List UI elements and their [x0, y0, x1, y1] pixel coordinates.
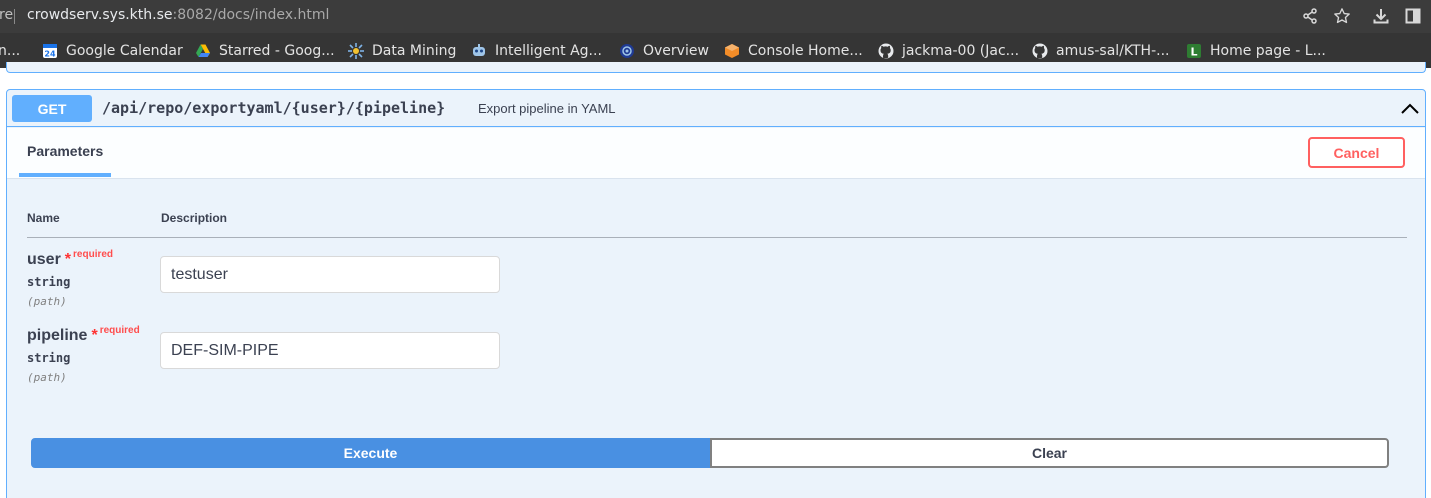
url-input[interactable]: crowdserv.sys.kth.se:8082/docs/index.htm…	[27, 7, 329, 23]
tab-parameters[interactable]: Parameters	[19, 128, 111, 177]
share-icon[interactable]	[1301, 7, 1319, 25]
aws-cube-icon	[724, 43, 740, 59]
required-star: *	[91, 327, 98, 344]
robot-icon	[471, 43, 487, 59]
pipeline-input[interactable]	[160, 332, 500, 369]
calendar-icon: 24	[42, 43, 58, 59]
download-icon[interactable]	[1372, 7, 1390, 25]
endpoint-description: Export pipeline in YAML	[478, 101, 616, 116]
url-host: crowdserv.sys.kth.se	[27, 7, 173, 23]
execute-button-group: Execute Clear	[31, 438, 1390, 468]
github-icon	[878, 43, 894, 59]
parameter-type: string	[27, 351, 71, 365]
overview-icon	[619, 43, 635, 59]
parameter-name: pipeline * required	[27, 325, 140, 344]
column-header-name: Name	[27, 211, 60, 225]
user-input[interactable]	[160, 256, 500, 293]
L-icon: L	[1186, 43, 1202, 59]
opblock-summary[interactable]: GET /api/repo/exportyaml/{user}/{pipelin…	[7, 90, 1425, 127]
previous-opblock-edge	[6, 62, 1426, 73]
github-icon	[1032, 43, 1048, 59]
execute-button[interactable]: Execute	[31, 438, 710, 468]
parameter-row-pipeline: pipeline * required string (path)	[27, 325, 507, 397]
svg-text:L: L	[1190, 45, 1197, 58]
url-path: :8082/docs/index.html	[172, 7, 330, 23]
parameter-type: string	[27, 275, 71, 289]
svg-text:24: 24	[44, 49, 56, 58]
parameters-table-header: Name Description	[27, 211, 1407, 238]
browser-address-bar: re crowdserv.sys.kth.se:8082/docs/index.…	[0, 0, 1431, 33]
required-star: *	[64, 251, 72, 268]
parameter-location: (path)	[27, 371, 67, 384]
collapse-chevron-up-icon[interactable]	[1399, 98, 1421, 120]
parameter-name: user * required	[27, 249, 114, 268]
cancel-button[interactable]: Cancel	[1308, 137, 1405, 168]
parameter-location: (path)	[27, 295, 67, 308]
sidepanel-icon[interactable]	[1404, 7, 1422, 25]
opblock-get: GET /api/repo/exportyaml/{user}/{pipelin…	[6, 89, 1426, 498]
drive-icon	[195, 43, 211, 59]
endpoint-path: /api/repo/exportyaml/{user}/{pipeline}	[102, 99, 446, 117]
parameter-row-user: user * required string (path)	[27, 249, 507, 321]
http-method-badge: GET	[12, 95, 92, 122]
swagger-page: GET /api/repo/exportyaml/{user}/{pipelin…	[0, 62, 1431, 498]
required-label: required	[99, 325, 140, 336]
required-label: required	[73, 249, 114, 260]
data-mining-icon	[348, 42, 364, 59]
column-header-description: Description	[161, 211, 228, 225]
url-separator	[14, 9, 15, 24]
parameters-section-header: Parameters Cancel	[7, 128, 1425, 179]
clear-button[interactable]: Clear	[710, 438, 1389, 468]
star-icon[interactable]	[1333, 7, 1351, 25]
url-prefix: re	[0, 7, 14, 23]
